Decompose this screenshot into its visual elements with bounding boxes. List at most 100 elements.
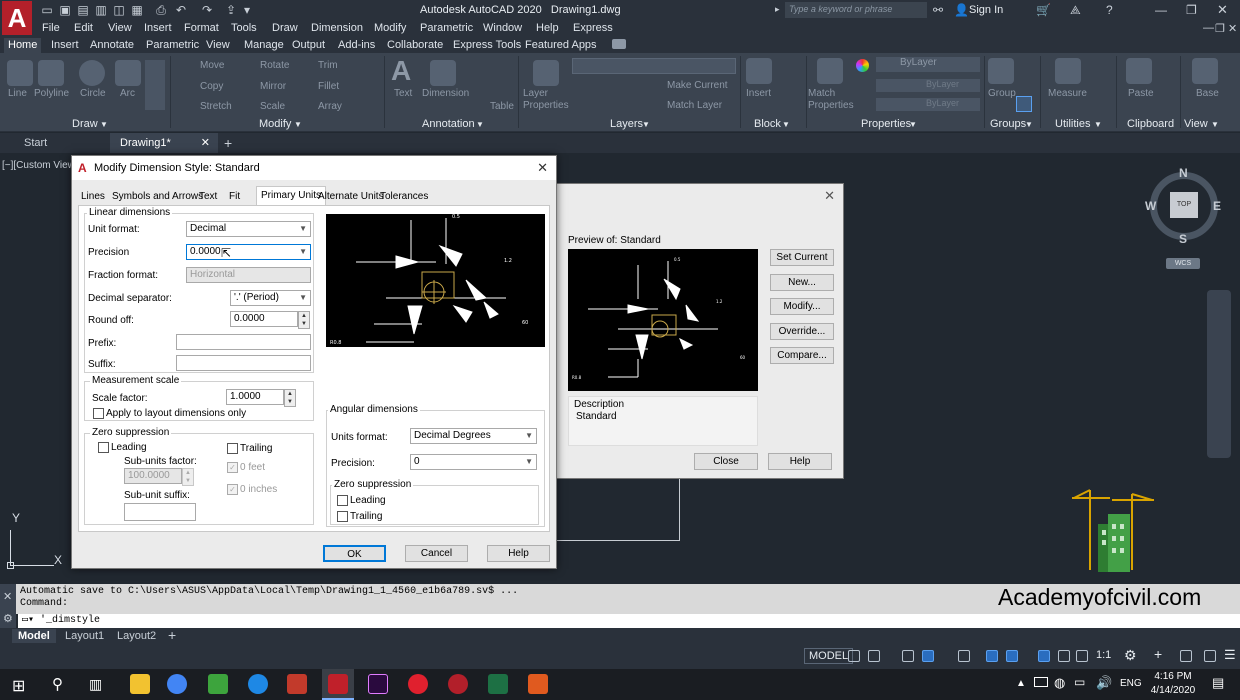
set-current-button[interactable]: Set Current — [770, 249, 834, 266]
save-as-icon[interactable]: ▥ — [94, 3, 108, 17]
rotate-tool[interactable]: Rotate — [260, 60, 289, 71]
menu-parametric[interactable]: Parametric — [420, 22, 473, 34]
chevron-down-icon[interactable]: ▼ — [642, 120, 650, 129]
camtasia-icon[interactable] — [208, 674, 228, 694]
plot-icon[interactable]: ⎙ — [154, 3, 168, 17]
draw-panel-title[interactable]: Draw — [72, 118, 98, 130]
undo-icon[interactable]: ↶ — [174, 3, 188, 17]
annotation-panel-title[interactable]: Annotation — [422, 118, 475, 130]
dimension-tool[interactable]: Dimension — [422, 88, 469, 99]
modify-style-button[interactable]: Modify... — [770, 298, 834, 315]
polyline-icon[interactable] — [38, 60, 64, 86]
connect-icon[interactable]: ⟁ — [1070, 3, 1081, 18]
manager-help-button[interactable]: Help — [768, 453, 832, 470]
array-tool[interactable]: Array — [318, 101, 342, 112]
match-layer-tool[interactable]: Match Layer — [667, 100, 722, 111]
annotation-scale-value[interactable]: 1:1 — [1096, 649, 1111, 661]
battery-icon[interactable] — [1034, 677, 1048, 687]
prefix-input[interactable] — [176, 334, 311, 350]
tab-alternate-units[interactable]: Alternate Units — [318, 191, 384, 202]
layer-properties-tool[interactable]: Layer Properties — [523, 88, 571, 112]
compare-button[interactable]: Compare... — [770, 347, 834, 364]
color-wheel-icon[interactable] — [856, 59, 869, 72]
decimal-separator-select[interactable]: '.' (Period) ▼ — [230, 290, 311, 306]
modify-panel-title[interactable]: Modify — [259, 118, 291, 130]
save-icon[interactable]: ▤ — [76, 3, 90, 17]
base-view-icon[interactable] — [1192, 58, 1218, 84]
measure-icon[interactable] — [1055, 58, 1081, 84]
sub-unit-suffix-input[interactable] — [124, 503, 196, 521]
base-view-tool[interactable]: Base — [1196, 88, 1219, 99]
tray-chevron-icon[interactable]: ▲ — [1016, 678, 1026, 689]
display-icon[interactable]: ▭ — [1074, 675, 1085, 689]
language-indicator[interactable]: ENG — [1120, 678, 1142, 689]
file-explorer-icon[interactable] — [130, 674, 150, 694]
ok-button[interactable]: OK — [323, 545, 386, 562]
command-settings-icon[interactable]: ⚙ — [3, 612, 13, 625]
tab-insert[interactable]: Insert — [47, 38, 83, 53]
chevron-down-icon[interactable]: ▼ — [100, 120, 108, 129]
doc-restore-icon[interactable]: ❐ — [1215, 22, 1225, 35]
chevron-down-icon[interactable]: ▼ — [294, 120, 302, 129]
apply-layout-checkbox[interactable] — [93, 408, 104, 419]
dialog-close-icon[interactable]: ✕ — [537, 156, 548, 180]
tab-express-tools[interactable]: Express Tools — [449, 38, 525, 53]
chevron-down-icon[interactable]: ▼ — [782, 120, 790, 129]
menu-view[interactable]: View — [108, 22, 132, 34]
close-button[interactable]: Close — [694, 453, 758, 470]
block-panel-title[interactable]: Block — [754, 118, 781, 130]
insert-block-icon[interactable] — [746, 58, 772, 84]
search-input[interactable]: Type a keyword or phrase — [785, 2, 927, 18]
match-properties-icon[interactable] — [817, 58, 843, 84]
cart-icon[interactable]: 🛒 — [1036, 3, 1051, 17]
annotation-monitor-icon[interactable]: + — [1154, 646, 1162, 662]
chevron-down-icon[interactable]: ▼ — [909, 120, 917, 129]
volume-icon[interactable]: 🔊 — [1096, 675, 1112, 691]
model-space-button[interactable]: MODEL — [804, 648, 854, 664]
scale-factor-input[interactable]: 1.0000 — [226, 389, 284, 405]
suffix-input[interactable] — [176, 355, 311, 371]
network-icon[interactable]: ◍ — [1054, 675, 1065, 691]
paste-tool[interactable]: Paste — [1128, 88, 1154, 99]
chevron-down-icon[interactable]: ▼ — [1094, 120, 1102, 129]
fullscreen-icon[interactable] — [1204, 650, 1216, 662]
grid-icon[interactable] — [848, 650, 860, 662]
menu-file[interactable]: File — [42, 22, 60, 34]
draw-extra-icons[interactable] — [145, 60, 165, 110]
camtasia-recorder-icon[interactable] — [528, 674, 548, 694]
notifications-icon[interactable]: ▤ — [1212, 675, 1224, 691]
round-off-spinner[interactable]: ▲ ▼ — [298, 311, 310, 329]
circle-icon[interactable] — [79, 60, 105, 86]
tab-home[interactable]: Home — [4, 38, 42, 53]
edge-icon[interactable] — [248, 674, 268, 694]
units-icon[interactable] — [1180, 650, 1192, 662]
menu-edit[interactable]: Edit — [74, 22, 93, 34]
chrome-icon[interactable] — [167, 674, 187, 694]
annotation-visibility-icon[interactable] — [1038, 650, 1050, 662]
color-dropdown[interactable]: ByLayer — [876, 57, 980, 72]
mirror-tool[interactable]: Mirror — [260, 81, 286, 92]
layer-dropdown[interactable] — [572, 58, 736, 74]
insert-block-tool[interactable]: Insert — [746, 88, 771, 99]
ribbon-toggle-icon[interactable] — [612, 39, 626, 49]
linetype-dropdown[interactable]: ByLayer — [876, 98, 980, 111]
redo-icon[interactable]: ↷ — [200, 3, 214, 17]
clock-date[interactable]: 4/14/2020 — [1146, 685, 1200, 696]
angular-units-select[interactable]: Decimal Degrees ▼ — [410, 428, 537, 444]
group-select-icon[interactable] — [1016, 96, 1032, 112]
dimension-icon[interactable] — [430, 60, 456, 86]
move-tool[interactable]: Move — [200, 60, 224, 71]
polyline-tool[interactable]: Polyline — [34, 88, 69, 99]
menu-express[interactable]: Express — [573, 22, 613, 34]
help-button[interactable]: Help — [487, 545, 550, 562]
viewcube-top[interactable]: TOP — [1170, 192, 1198, 218]
precision-select[interactable]: 0.0000 ▼ — [186, 244, 311, 260]
premiere-icon[interactable] — [368, 674, 388, 694]
tab-layout1[interactable]: Layout1 — [65, 630, 104, 642]
customize-menu-icon[interactable]: ☰ — [1224, 647, 1236, 663]
opera-icon[interactable] — [408, 674, 428, 694]
open-icon[interactable]: ▣ — [58, 3, 72, 17]
angular-precision-select[interactable]: 0 ▼ — [410, 454, 537, 470]
help-icon[interactable]: ? — [1106, 3, 1113, 17]
line-icon[interactable] — [7, 60, 33, 86]
